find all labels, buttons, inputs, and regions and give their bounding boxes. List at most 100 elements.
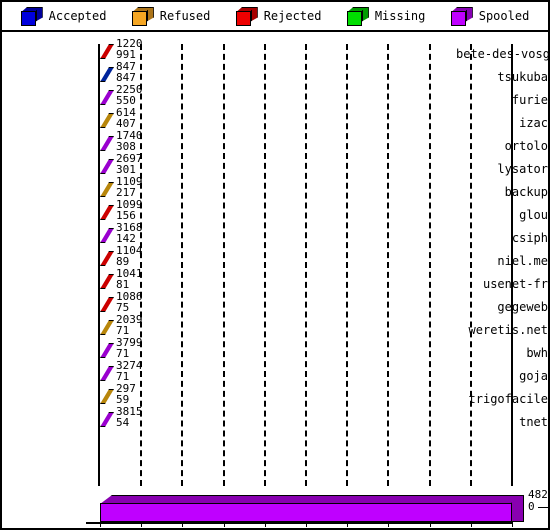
y-axis-label-tnet: tnet [519, 415, 548, 429]
legend-label-missing: Missing [374, 9, 426, 23]
legend-label-refused: Refused [159, 9, 211, 23]
bar-row: weretis.net 2039 71 [2, 314, 548, 341]
bar-tsukuba [100, 67, 114, 82]
bar-value-lower: 75 [116, 301, 130, 314]
bar-bete-des-vosges [100, 44, 114, 59]
bar-backup [100, 182, 114, 197]
bar-value-labels-bwh: 3799 71 [116, 337, 143, 359]
cube-icon [235, 6, 258, 26]
legend-label-rejected: Rejected [263, 9, 322, 23]
bar-value-labels-weretis.net: 2039 71 [116, 314, 143, 336]
y-axis-label-izac: izac [519, 116, 548, 130]
bar-value-lower: 407 [116, 117, 136, 130]
x-tick-label-50%: 50% [294, 526, 314, 528]
legend-item-accepted: Accepted [20, 6, 107, 26]
chart-legend: Accepted Refused Rejected Missing Spooled [2, 2, 548, 32]
legend-label-accepted: Accepted [48, 9, 107, 23]
cube-icon [20, 6, 43, 26]
bar-value-lower: 89 [116, 255, 130, 268]
y-axis-label-goja: goja [519, 369, 548, 383]
bar-value-lower: 847 [116, 71, 136, 84]
bar-value-lower: 301 [116, 163, 136, 176]
bar-value-labels-csiph: 3168 142 [116, 222, 143, 244]
bar-trigofacile [100, 389, 114, 404]
x-tick-label-40%: 40% [253, 526, 273, 528]
bar-row: backup 1109 217 [2, 176, 548, 203]
y-axis-label-tsukuba: tsukuba [497, 70, 548, 84]
zero-tick-dash [538, 507, 548, 508]
y-axis-label-lysator: lysator [497, 162, 548, 176]
cube-icon [131, 6, 154, 26]
bar-row: trigofacile 297 59 [2, 383, 548, 410]
bar-value-lower: 991 [116, 48, 136, 61]
bar-niel.me [100, 251, 114, 266]
bar-row: bete-des-vosges 1220991 [2, 38, 550, 65]
y-axis-label-glou: glou [519, 208, 548, 222]
bar-goja [100, 366, 114, 381]
x-tick-label-100%: 100% [497, 526, 524, 528]
bar-front-face-nntp4 [100, 503, 512, 522]
bar-value-labels-backup: 1109 217 [116, 176, 143, 198]
bar-row: gegeweb 1086 75 [2, 291, 548, 318]
bar-value-lower: 71 [116, 370, 130, 383]
bar-value-lower: 54 [116, 416, 130, 429]
bar-row: niel.me 1104 89 [2, 245, 548, 272]
bar-value-lower: 156 [116, 209, 136, 222]
bar-row: tnet 3815 54 [2, 406, 548, 433]
bar-csiph [100, 228, 114, 243]
y-axis-label-trigofacile: trigofacile [468, 392, 548, 406]
bar-row: izac 614 407 [2, 107, 548, 134]
bar-value-lower: 217 [116, 186, 136, 199]
bar-value-labels-usenet-fr: 1041 81 [116, 268, 143, 290]
x-tick-label-60%: 60% [335, 526, 355, 528]
y-axis-label-weretis.net: weretis.net [468, 323, 548, 337]
y-axis-label-bete-des-vosges: bete-des-vosges [456, 47, 550, 61]
legend-item-missing: Missing [346, 6, 426, 26]
cube-icon [346, 6, 369, 26]
bar-row: goja 3274 71 [2, 360, 548, 387]
bar-gegeweb [100, 297, 114, 312]
bar-value-labels-trigofacile: 297 59 [116, 383, 136, 405]
chart-canvas: Accepted Refused Rejected Missing Spooled be… [0, 0, 550, 530]
bar-row: glou 1099 156 [2, 199, 548, 226]
bar-value-labels-lysator: 2697 301 [116, 153, 143, 175]
bar-value-lower: 71 [116, 324, 130, 337]
bar-value-lower: 142 [116, 232, 136, 245]
bar-usenet-fr [100, 274, 114, 289]
y-axis-label-niel.me: niel.me [497, 254, 548, 268]
x-tick-label-10%: 10% [129, 526, 149, 528]
y-axis-label-csiph: csiph [511, 231, 548, 245]
bar-row: usenet-fr 1041 81 [2, 268, 548, 295]
bar-value-labels-izac: 614 407 [116, 107, 136, 129]
bar-row: ortolo 1740 308 [2, 130, 548, 157]
bar-tnet [100, 412, 114, 427]
cube-icon [450, 6, 473, 26]
bar-value-lower: 308 [116, 140, 136, 153]
x-tick-label-80%: 80% [418, 526, 438, 528]
y-axis-label-gegeweb: gegeweb [497, 300, 548, 314]
legend-label-spooled: Spooled [478, 9, 530, 23]
plot-area: bete-des-vosges1220991 tsukuba 847847 furie… [2, 32, 548, 528]
bar-bwh [100, 343, 114, 358]
x-tick-label-30%: 30% [212, 526, 232, 528]
y-axis-label-usenet-fr: usenet-fr [482, 277, 548, 291]
bar-value-lower: 71 [116, 347, 130, 360]
bar-value-labels-tsukuba: 847 847 [116, 61, 136, 83]
bar-value-labels-furie: 2250 550 [116, 84, 143, 106]
bar-izac [100, 113, 114, 128]
bar-value-labels-nntp4: 4820249 0 [528, 489, 548, 513]
legend-item-spooled: Spooled [450, 6, 530, 26]
bar-value-labels-gegeweb: 1086 75 [116, 291, 143, 313]
bar-row: bwh 3799 71 [2, 337, 548, 364]
legend-item-refused: Refused [131, 6, 211, 26]
y-axis-label-ortolo: ortolo [504, 139, 548, 153]
x-tick-label-70%: 70% [376, 526, 396, 528]
bar-value-lower: 81 [116, 278, 130, 291]
x-tick-label-90%: 90% [459, 526, 479, 528]
legend-item-rejected: Rejected [235, 6, 322, 26]
y-axis-label-furie: furie [511, 93, 548, 107]
y-axis-label-backup: backup [504, 185, 548, 199]
bar-row: tsukuba 847 847 [2, 61, 548, 88]
bar-value-labels-goja: 3274 71 [116, 360, 143, 382]
bar-value-labels-tnet: 3815 54 [116, 406, 143, 428]
